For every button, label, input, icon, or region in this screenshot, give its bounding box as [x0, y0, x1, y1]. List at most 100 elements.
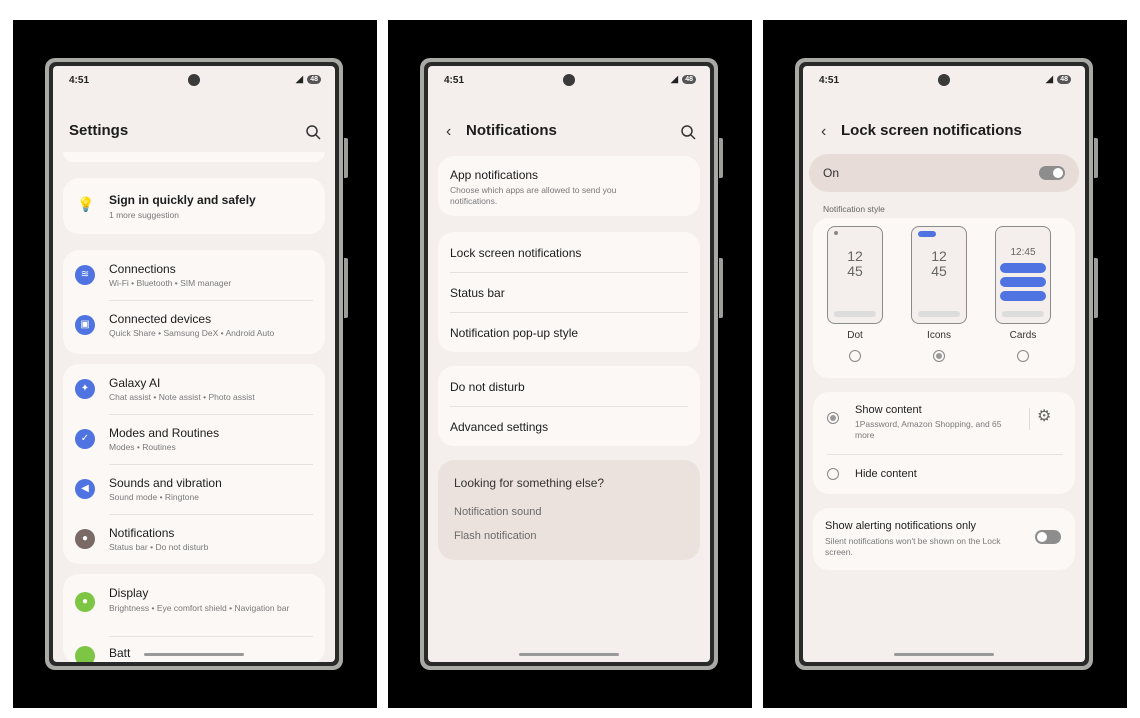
search-icon[interactable] [305, 124, 321, 140]
battery-icon: 48 [307, 75, 321, 84]
battery-icon: 48 [1057, 75, 1071, 84]
style-picker-card: 12 45 12 45 12:45 Dot Icons Cards [813, 218, 1075, 378]
home-indicator[interactable] [894, 653, 994, 656]
phone-frame: 4:51 ◢ 48 ‹ Notifications App notificati… [420, 58, 723, 670]
signal-icon: ◢ [295, 74, 304, 85]
page-title: Lock screen notifications [841, 122, 1022, 139]
preview-clock: 12:45 [1010, 247, 1036, 258]
item-title: Batt [109, 646, 131, 660]
item-title: Notifications [109, 526, 175, 540]
notifications-screen: 4:51 ◢ 48 ‹ Notifications App notificati… [428, 66, 710, 662]
style-preview-icons[interactable]: 12 45 [911, 226, 967, 324]
back-chevron-icon[interactable]: ‹ [821, 123, 826, 141]
preview-clock-hour: 12 [847, 248, 863, 264]
notifications-panel: 4:51 ◢ 48 ‹ Notifications App notificati… [388, 20, 752, 708]
menu-item-advanced[interactable]: Advanced settings [450, 420, 548, 434]
master-toggle[interactable] [1039, 166, 1065, 180]
profile-card-edge[interactable] [63, 152, 325, 162]
alerting-card[interactable]: Show alerting notifications only Silent … [813, 508, 1075, 570]
status-time: 4:51 [819, 75, 840, 86]
app-notifications-card[interactable]: App notifications Choose which apps are … [438, 156, 700, 216]
settings-panel: 4:51 ◢ 48 Settings 💡 Sign in quickly and… [13, 20, 377, 708]
app-notifications-sub: Choose which apps are allowed to send yo… [450, 185, 617, 206]
style-label-cards: Cards [1009, 330, 1037, 341]
radio-cards[interactable] [1017, 350, 1029, 362]
camera-cutout [938, 74, 950, 86]
sign-in-title: Sign in quickly and safely [109, 193, 256, 207]
status-bar: 4:51 ◢ 48 [428, 66, 710, 92]
radio-hide-content[interactable] [827, 468, 839, 480]
item-title: Connected devices [109, 312, 212, 326]
home-indicator[interactable] [144, 653, 244, 656]
sign-in-card[interactable]: 💡 Sign in quickly and safely 1 more sugg… [63, 178, 325, 234]
camera-cutout [188, 74, 200, 86]
lockscreen-screen: 4:51 ◢ 48 ‹ Lock screen notifications On… [803, 66, 1085, 662]
hide-content-title: Hide content [855, 468, 917, 480]
style-label-icons: Icons [927, 330, 951, 341]
connectivity-group: ≋ Connections Wi-Fi • Bluetooth • SIM ma… [63, 250, 325, 354]
preview-clock-hour: 12 [931, 248, 947, 264]
radio-dot[interactable] [849, 350, 861, 362]
features-group: ✦ Galaxy AI Chat assist • Note assist • … [63, 364, 325, 564]
on-label: On [823, 166, 840, 180]
settings-item-display[interactable]: ● Display Brightness • Eye comfort shiel… [63, 574, 325, 634]
settings-screen: 4:51 ◢ 48 Settings 💡 Sign in quickly and… [53, 66, 335, 662]
page-title: Settings [69, 122, 129, 139]
item-sub: Wi-Fi • Bluetooth • SIM manager [109, 278, 232, 288]
battery-icon [75, 646, 95, 662]
settings-item-sounds[interactable]: ◀ Sounds and vibration Sound mode • Ring… [63, 464, 325, 514]
status-bar: 4:51 ◢ 48 [53, 66, 335, 92]
display-group: ● Display Brightness • Eye comfort shiel… [63, 574, 325, 662]
show-content-title: Show content [855, 404, 922, 416]
style-preview-cards[interactable]: 12:45 [995, 226, 1051, 324]
signal-icon: ◢ [1045, 74, 1054, 85]
signal-icon: ◢ [670, 74, 679, 85]
alerting-title: Show alerting notifications only [825, 520, 977, 532]
sign-in-sub: 1 more suggestion [109, 210, 179, 220]
notification-settings-group: Lock screen notifications Status bar Not… [438, 232, 700, 352]
link-notification-sound[interactable]: Notification sound [454, 506, 541, 518]
item-sub: Modes • Routines [109, 442, 176, 452]
style-preview-dot[interactable]: 12 45 [827, 226, 883, 324]
sparkle-icon: ✦ [75, 379, 95, 399]
looking-title: Looking for something else? [454, 476, 605, 490]
item-sub: Quick Share • Samsung DeX • Android Auto [109, 328, 275, 338]
search-icon[interactable] [680, 124, 696, 140]
item-title: Galaxy AI [109, 376, 161, 390]
speaker-icon: ◀ [75, 479, 95, 499]
item-sub: Status bar • Do not disturb [109, 542, 209, 552]
settings-item-connections[interactable]: ≋ Connections Wi-Fi • Bluetooth • SIM ma… [63, 250, 325, 300]
status-bar: 4:51 ◢ 48 [803, 66, 1085, 92]
looking-for-card: Looking for something else? Notification… [438, 460, 700, 560]
settings-item-connected-devices[interactable]: ▣ Connected devices Quick Share • Samsun… [63, 300, 325, 350]
check-icon: ✓ [75, 429, 95, 449]
content-visibility-card: Show content 1Password, Amazon Shopping,… [813, 392, 1075, 494]
menu-item-popup-style[interactable]: Notification pop-up style [450, 326, 578, 340]
settings-item-galaxy-ai[interactable]: ✦ Galaxy AI Chat assist • Note assist • … [63, 364, 325, 414]
menu-item-do-not-disturb[interactable]: Do not disturb [450, 380, 525, 394]
show-content-sub: 1Password, Amazon Shopping, and 65 more [855, 419, 1002, 440]
sun-icon: ● [75, 592, 95, 612]
home-indicator[interactable] [519, 653, 619, 656]
menu-item-status-bar[interactable]: Status bar [450, 286, 505, 300]
link-flash-notification[interactable]: Flash notification [454, 530, 537, 542]
back-chevron-icon[interactable]: ‹ [446, 123, 451, 141]
preview-clock-min: 45 [931, 263, 947, 279]
phone-frame: 4:51 ◢ 48 ‹ Lock screen notifications On… [795, 58, 1098, 670]
radio-show-content[interactable] [827, 412, 839, 424]
menu-item-lock-screen[interactable]: Lock screen notifications [450, 246, 581, 260]
devices-icon: ▣ [75, 315, 95, 335]
item-sub: Brightness • Eye comfort shield • Naviga… [109, 603, 290, 613]
radio-icons[interactable] [933, 350, 945, 362]
settings-item-modes-routines[interactable]: ✓ Modes and Routines Modes • Routines [63, 414, 325, 464]
battery-icon: 48 [682, 75, 696, 84]
item-title: Modes and Routines [109, 426, 220, 440]
camera-cutout [563, 74, 575, 86]
on-toggle-bar[interactable]: On [809, 154, 1079, 192]
settings-item-battery[interactable]: Batt [63, 636, 325, 662]
settings-item-notifications[interactable]: ● Notifications Status bar • Do not dist… [63, 514, 325, 564]
alerting-toggle[interactable] [1035, 530, 1061, 544]
item-title: Sounds and vibration [109, 476, 222, 490]
gear-icon[interactable]: ⚙ [1037, 406, 1051, 426]
status-time: 4:51 [69, 75, 90, 86]
